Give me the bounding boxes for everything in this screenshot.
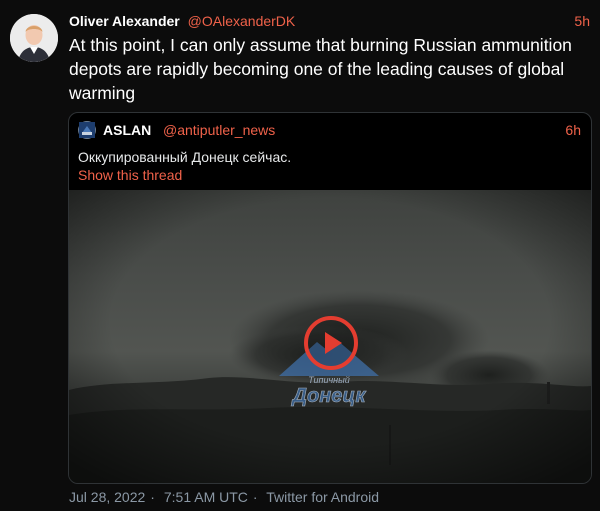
footer-separator: · <box>252 489 258 505</box>
tweet-time[interactable]: 5h <box>574 12 590 30</box>
author-handle[interactable]: @OAlexanderDK <box>188 13 296 29</box>
quoted-author-handle: @antiputler_news <box>163 122 276 138</box>
tweet-date[interactable]: Jul 28, 2022 <box>69 489 145 505</box>
quoted-author-name: ASLAN <box>103 122 152 138</box>
quoted-author-avatar <box>78 121 96 139</box>
tweet-client: Twitter for Android <box>266 489 380 505</box>
author-avatar[interactable] <box>10 14 58 62</box>
quoted-tweet-header: ASLAN @antiputler_news 6h <box>78 121 581 139</box>
tweet-timestamp[interactable]: 7:51 AM UTC <box>164 489 248 505</box>
quoted-tweet-time: 6h <box>565 122 581 138</box>
video-player[interactable]: Типичный Донецк <box>69 190 591 483</box>
tweet-text: At this point, I can only assume that bu… <box>69 35 572 103</box>
author-name[interactable]: Oliver Alexander <box>69 13 180 29</box>
svg-text:Донецк: Донецк <box>291 385 367 407</box>
tweet: Oliver Alexander @OAlexanderDK 5h At thi… <box>0 0 600 511</box>
svg-text:Типичный: Типичный <box>308 375 349 385</box>
show-thread-link[interactable]: Show this thread <box>78 167 182 183</box>
quoted-tweet[interactable]: ASLAN @antiputler_news 6h Оккупированный… <box>68 112 592 484</box>
tweet-header: Oliver Alexander @OAlexanderDK 5h <box>69 12 590 30</box>
footer-separator: · <box>150 489 155 505</box>
play-icon[interactable] <box>304 316 358 370</box>
quoted-tweet-text: Оккупированный Донецк сейчас. <box>78 149 292 165</box>
tweet-footer: Jul 28, 2022 · 7:51 AM UTC · Twitter for A… <box>69 489 384 505</box>
